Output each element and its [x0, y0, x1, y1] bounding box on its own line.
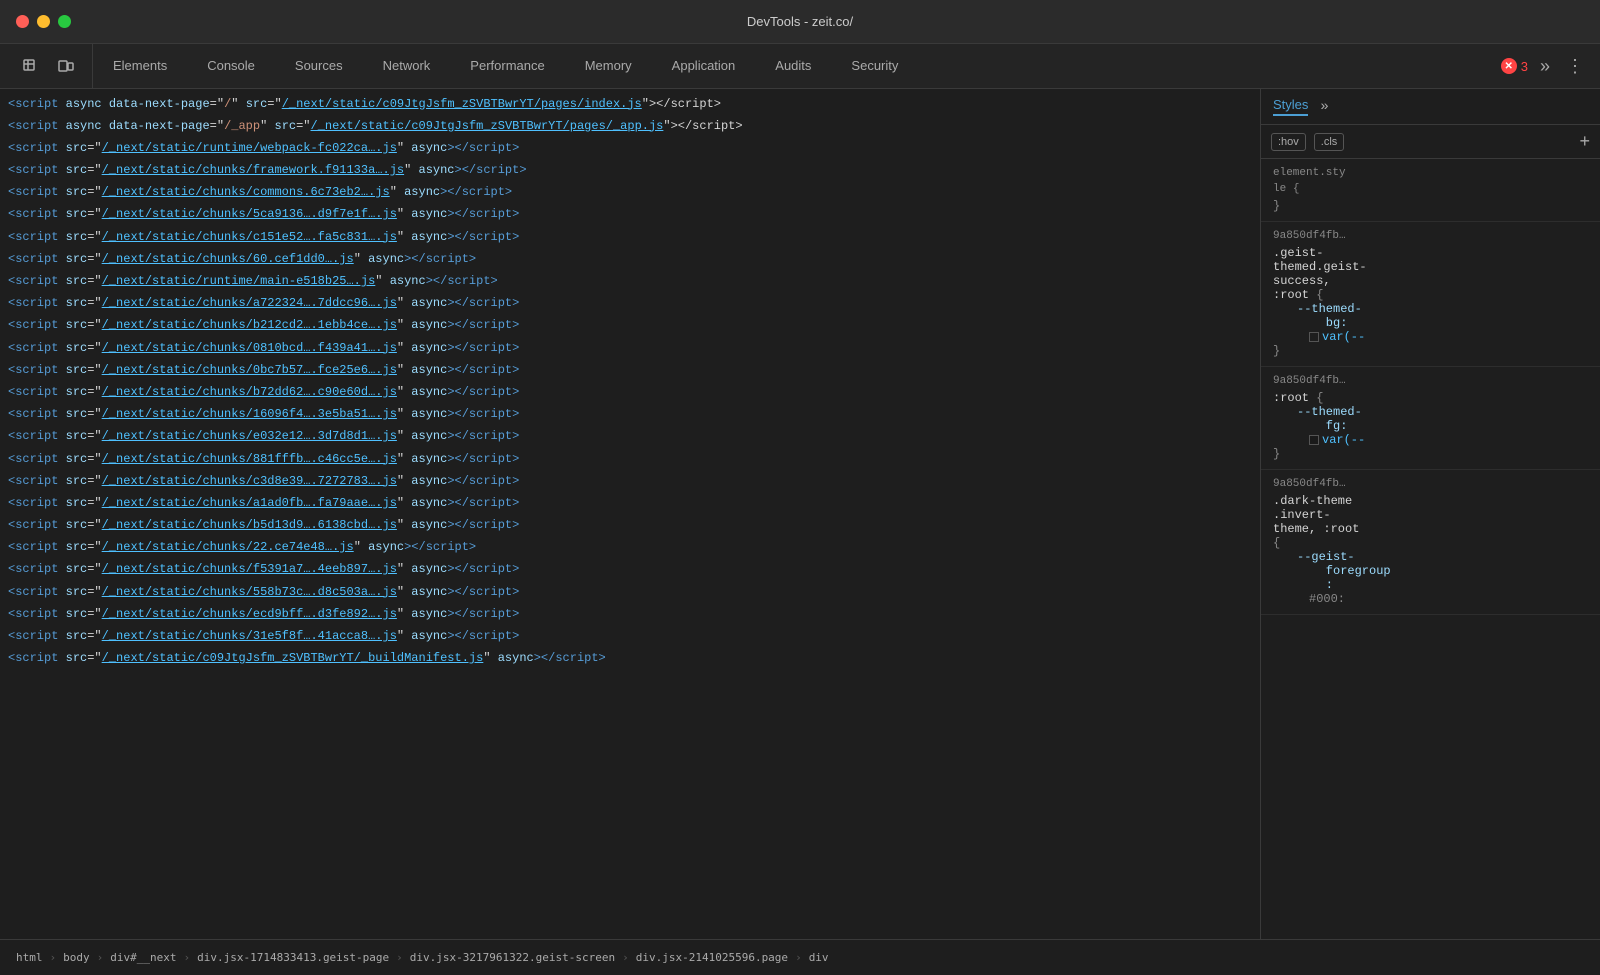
code-line[interactable]: <script async data-next-page="/_app" src…: [0, 115, 1260, 137]
breadcrumb-div[interactable]: div: [805, 949, 833, 966]
tab-console[interactable]: Console: [187, 44, 275, 88]
rule-selector: :root {: [1273, 391, 1588, 405]
styles-panel: Styles » :hov .cls + element.sty le { } …: [1260, 89, 1600, 939]
breadcrumb-separator: ›: [622, 951, 629, 964]
code-line[interactable]: <script src="/_next/static/chunks/31e5f8…: [0, 626, 1260, 648]
rule-close: }: [1273, 447, 1588, 461]
styles-tab[interactable]: Styles: [1273, 97, 1308, 116]
devtools-tabs: Elements Console Sources Network Perform…: [93, 44, 918, 88]
tab-sources[interactable]: Sources: [275, 44, 363, 88]
rule-property: --geist- foregroup :: [1273, 550, 1588, 592]
code-line[interactable]: <script src="/_next/static/chunks/22.ce7…: [0, 537, 1260, 559]
code-line[interactable]: <script src="/_next/static/chunks/common…: [0, 182, 1260, 204]
main-content: <script async data-next-page="/" src="/_…: [0, 89, 1600, 939]
rule-origin-cont: le {: [1273, 183, 1588, 195]
code-line[interactable]: <script src="/_next/static/chunks/c151e5…: [0, 226, 1260, 248]
tab-network[interactable]: Network: [363, 44, 451, 88]
style-rule-dark-theme: 9a850df4fb… .dark-theme.invert-theme, :r…: [1261, 470, 1600, 615]
code-line[interactable]: <script src="/_next/static/chunks/framew…: [0, 160, 1260, 182]
rule-selector: .geist-themed.geist-success,: [1273, 246, 1588, 288]
hov-button[interactable]: :hov: [1271, 133, 1306, 151]
code-line[interactable]: <script src="/_next/static/chunks/a1ad0f…: [0, 492, 1260, 514]
devtools-toolbar-icons: [4, 44, 93, 88]
breadcrumb-separator: ›: [396, 951, 403, 964]
tab-memory[interactable]: Memory: [565, 44, 652, 88]
close-button[interactable]: [16, 15, 29, 28]
tab-application[interactable]: Application: [652, 44, 756, 88]
rule-brace-open: {: [1273, 536, 1588, 550]
breadcrumb-div-next[interactable]: div#__next: [106, 949, 180, 966]
tab-elements[interactable]: Elements: [93, 44, 187, 88]
rule-selector-root: :root {: [1273, 288, 1588, 302]
tabbar-right: ✕ 3 » ⋮: [1501, 52, 1600, 81]
code-line[interactable]: <script src="/_next/static/chunks/16096f…: [0, 404, 1260, 426]
more-tabs-button[interactable]: »: [1536, 52, 1554, 81]
style-rule-geist-success: 9a850df4fb… .geist-themed.geist-success,…: [1261, 222, 1600, 367]
code-line[interactable]: <script src="/_next/static/chunks/0bc7b5…: [0, 359, 1260, 381]
rule-close-brace: }: [1273, 199, 1588, 213]
styles-chevron-icon[interactable]: »: [1320, 99, 1328, 115]
code-line[interactable]: <script src="/_next/static/chunks/60.cef…: [0, 248, 1260, 270]
code-line[interactable]: <script src="/_next/static/chunks/0810bc…: [0, 337, 1260, 359]
titlebar: DevTools - zeit.co/: [0, 0, 1600, 44]
style-rule-themed-fg: 9a850df4fb… :root { --themed- fg: var(--…: [1261, 367, 1600, 470]
window-title: DevTools - zeit.co/: [747, 14, 853, 29]
device-toolbar-icon[interactable]: [52, 52, 80, 80]
cls-button[interactable]: .cls: [1314, 133, 1345, 151]
breadcrumb-body[interactable]: body: [59, 949, 94, 966]
inspector-icon[interactable]: [16, 52, 44, 80]
code-line[interactable]: <script src="/_next/static/chunks/5ca913…: [0, 204, 1260, 226]
breadcrumb-separator: ›: [50, 951, 57, 964]
tab-performance[interactable]: Performance: [450, 44, 564, 88]
breadcrumb-bar: html › body › div#__next › div.jsx-17148…: [0, 939, 1600, 975]
elements-panel[interactable]: <script async data-next-page="/" src="/_…: [0, 89, 1260, 939]
code-line[interactable]: <script src="/_next/static/chunks/f5391a…: [0, 559, 1260, 581]
devtools-tabbar: Elements Console Sources Network Perform…: [0, 44, 1600, 89]
error-count: 3: [1521, 59, 1528, 74]
code-line[interactable]: <script src="/_next/static/chunks/a72232…: [0, 293, 1260, 315]
code-line[interactable]: <script src="/_next/static/chunks/558b73…: [0, 581, 1260, 603]
code-line[interactable]: <script src="/_next/static/chunks/ecd9bf…: [0, 603, 1260, 625]
code-line[interactable]: <script src="/_next/static/runtime/main-…: [0, 271, 1260, 293]
code-line[interactable]: <script src="/_next/static/chunks/c3d8e3…: [0, 470, 1260, 492]
styles-filter-bar: :hov .cls +: [1261, 125, 1600, 159]
rule-origin: 9a850df4fb…: [1273, 375, 1588, 387]
breadcrumb-separator: ›: [97, 951, 104, 964]
code-line[interactable]: <script async data-next-page="/" src="/_…: [0, 93, 1260, 115]
rule-value: #000:: [1273, 592, 1588, 606]
rule-value: var(--: [1273, 433, 1588, 447]
tab-security[interactable]: Security: [831, 44, 918, 88]
breadcrumb-html[interactable]: html: [12, 949, 47, 966]
error-icon: ✕: [1501, 58, 1517, 74]
rule-origin: 9a850df4fb…: [1273, 230, 1588, 242]
code-line[interactable]: <script src="/_next/static/chunks/b72dd6…: [0, 381, 1260, 403]
code-line[interactable]: <script src="/_next/static/chunks/b5d13d…: [0, 515, 1260, 537]
code-line[interactable]: <script src="/_next/static/c09JtgJsfm_zS…: [0, 648, 1260, 670]
rule-property: --themed- bg:: [1273, 302, 1588, 330]
window-controls[interactable]: [16, 15, 71, 28]
breadcrumb-geist-screen[interactable]: div.jsx-3217961322.geist-screen: [406, 949, 619, 966]
rule-origin: 9a850df4fb…: [1273, 478, 1588, 490]
breadcrumb-page[interactable]: div.jsx-2141025596.page: [632, 949, 792, 966]
add-style-rule-button[interactable]: +: [1579, 131, 1590, 152]
breadcrumb-separator: ›: [795, 951, 802, 964]
minimize-button[interactable]: [37, 15, 50, 28]
style-rule-element: element.sty le { }: [1261, 159, 1600, 222]
rule-value: var(--: [1273, 330, 1588, 344]
breadcrumb-separator: ›: [183, 951, 190, 964]
rule-close: }: [1273, 344, 1588, 358]
rule-selector-dark: .dark-theme.invert-theme, :root: [1273, 494, 1588, 536]
devtools-menu-button[interactable]: ⋮: [1562, 52, 1588, 81]
styles-panel-header: Styles »: [1261, 89, 1600, 125]
breadcrumb-geist-page[interactable]: div.jsx-1714833413.geist-page: [193, 949, 393, 966]
tab-audits[interactable]: Audits: [755, 44, 831, 88]
error-badge-button[interactable]: ✕ 3: [1501, 58, 1528, 74]
code-line[interactable]: <script src="/_next/static/chunks/881fff…: [0, 448, 1260, 470]
rule-origin: element.sty: [1273, 167, 1588, 179]
code-line[interactable]: <script src="/_next/static/chunks/e032e1…: [0, 426, 1260, 448]
maximize-button[interactable]: [58, 15, 71, 28]
code-line[interactable]: <script src="/_next/static/chunks/b212cd…: [0, 315, 1260, 337]
code-line[interactable]: <script src="/_next/static/runtime/webpa…: [0, 137, 1260, 159]
rule-property: --themed- fg:: [1273, 405, 1588, 433]
